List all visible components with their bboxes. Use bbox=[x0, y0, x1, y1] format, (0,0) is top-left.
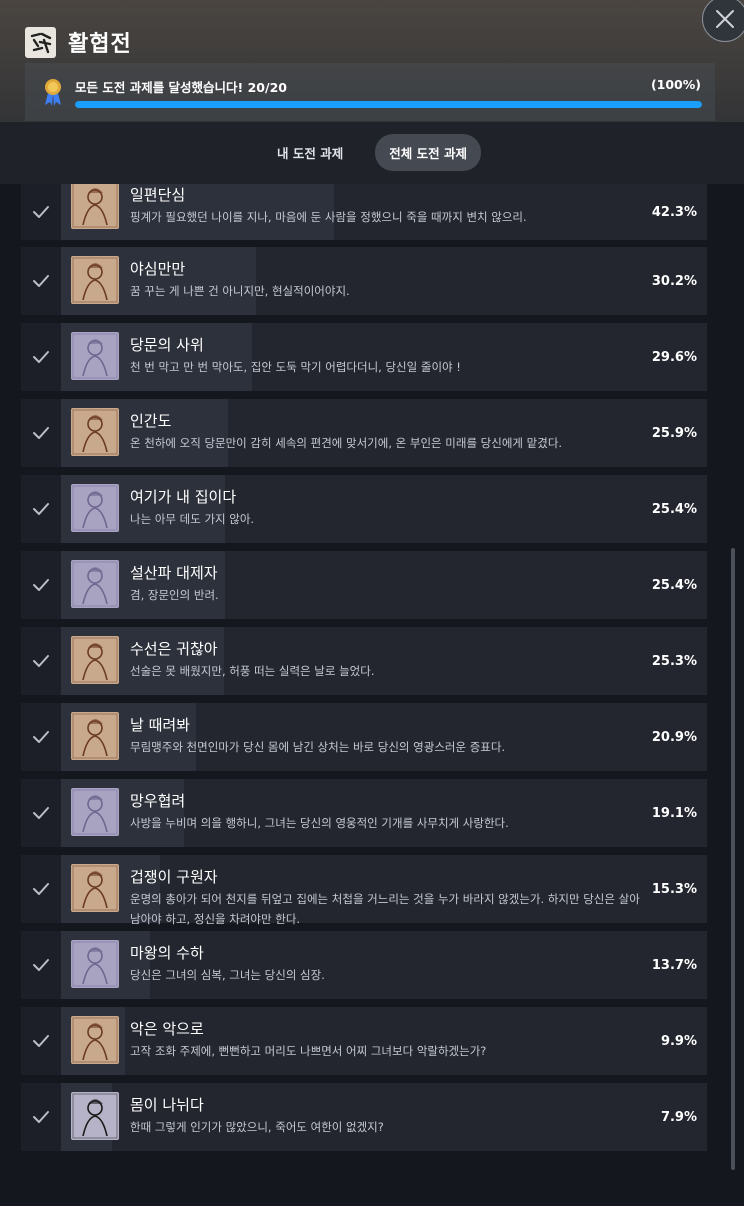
checkmark-icon bbox=[21, 703, 61, 771]
unlock-percentage: 25.3% bbox=[651, 653, 697, 669]
close-button[interactable] bbox=[702, 0, 744, 42]
achievement-description: 당신은 그녀의 심복, 그녀는 당신의 심장. bbox=[130, 968, 325, 982]
achievement-row[interactable]: 날 때려봐무림맹주와 천면인마가 당신 몸에 남긴 상처는 바로 당신의 영광스… bbox=[21, 703, 707, 771]
achievement-title: 야심만만 bbox=[130, 260, 186, 278]
achievement-thumbnail-icon bbox=[71, 788, 119, 836]
game-logo-icon bbox=[25, 27, 56, 58]
achievement-description: 천 번 막고 만 번 막아도, 집안 도둑 막기 어렵다더니, 당신일 줄이야 … bbox=[130, 360, 461, 374]
unlock-percentage: 25.4% bbox=[651, 577, 697, 593]
achievement-description: 한때 그렇게 인기가 많았으니, 죽어도 여한이 없겠지? bbox=[130, 1120, 384, 1134]
unlock-percentage: 20.9% bbox=[651, 729, 697, 745]
tab-bar: 내 도전 과제 전체 도전 과제 bbox=[0, 133, 744, 171]
achievement-description: 꿈 꾸는 게 나쁜 건 아니지만, 현실적이어야지. bbox=[130, 284, 350, 298]
achievement-title: 당문의 사위 bbox=[130, 336, 204, 354]
achievement-thumbnail-icon bbox=[71, 484, 119, 532]
achievement-thumbnail-icon bbox=[71, 332, 119, 380]
unlock-percentage: 7.9% bbox=[660, 1109, 697, 1125]
achievement-thumbnail-icon bbox=[71, 1092, 119, 1140]
ribbon-award-icon bbox=[41, 77, 65, 111]
achievement-row[interactable]: 악은 악으로고작 조화 주제에, 뻔뻔하고 머리도 나쁘면서 어찌 그녀보다 악… bbox=[21, 1007, 707, 1075]
checkmark-icon bbox=[21, 1007, 61, 1075]
achievement-title: 인간도 bbox=[130, 412, 172, 430]
achievement-title: 겁쟁이 구원자 bbox=[130, 868, 218, 886]
achievement-title: 마왕의 수하 bbox=[130, 944, 204, 962]
progress-text: 모든 도전 과제를 달성했습니다! 20/20 bbox=[75, 80, 287, 95]
achievement-row[interactable]: 인간도온 천하에 오직 당문만이 감히 세속의 편견에 맞서기에, 온 부인은 … bbox=[21, 399, 707, 467]
achievement-title: 망우협려 bbox=[130, 792, 186, 810]
achievement-description: 무림맹주와 천면인마가 당신 몸에 남긴 상처는 바로 당신의 영광스러운 증표… bbox=[130, 740, 506, 754]
achievement-row[interactable]: 마왕의 수하당신은 그녀의 심복, 그녀는 당신의 심장. 13.7% bbox=[21, 931, 707, 999]
tab-all-achievements[interactable]: 전체 도전 과제 bbox=[375, 133, 481, 171]
achievement-row[interactable]: 설산파 대제자겸, 장문인의 반려. 25.4% bbox=[21, 551, 707, 619]
achievement-row[interactable]: 수선은 귀찮아선술은 못 배웠지만, 허풍 떠는 실력은 날로 늘었다. 25.3… bbox=[21, 627, 707, 695]
unlock-percentage: 19.1% bbox=[651, 805, 697, 821]
achievement-title: 몸이 나뉘다 bbox=[130, 1096, 204, 1114]
achievement-description: 고작 조화 주제에, 뻔뻔하고 머리도 나쁘면서 어찌 그녀보다 악랄하겠는가? bbox=[130, 1044, 487, 1058]
achievement-row[interactable]: 여기가 내 집이다나는 아무 데도 가지 않아. 25.4% bbox=[21, 475, 707, 543]
achievement-thumbnail-icon bbox=[71, 712, 119, 760]
achievement-list[interactable]: 일편단심핑계가 필요했던 나이를 지나, 마음에 둔 사람을 정했으니 죽을 때… bbox=[21, 184, 707, 1206]
achievement-title: 설산파 대제자 bbox=[130, 564, 218, 582]
achievement-title: 악은 악으로 bbox=[130, 1020, 204, 1038]
achievement-thumbnail-icon bbox=[71, 864, 119, 912]
achievement-thumbnail-icon bbox=[71, 1016, 119, 1064]
achievement-thumbnail-icon bbox=[71, 256, 119, 304]
checkmark-icon bbox=[21, 931, 61, 999]
progress-bar-fill bbox=[75, 101, 702, 108]
unlock-percentage: 15.3% bbox=[651, 881, 697, 897]
achievement-row[interactable]: 겁쟁이 구원자운명의 총아가 되어 천지를 뒤엎고 집에는 처첩을 거느리는 것… bbox=[21, 855, 707, 926]
tab-my-achievements[interactable]: 내 도전 과제 bbox=[263, 134, 357, 171]
unlock-percentage: 29.6% bbox=[651, 349, 697, 365]
unlock-percentage: 42.3% bbox=[651, 204, 697, 220]
unlock-percentage: 25.4% bbox=[651, 501, 697, 517]
achievement-thumbnail-icon bbox=[71, 560, 119, 608]
checkmark-icon bbox=[21, 855, 61, 923]
achievement-description: 운명의 총아가 되어 천지를 뒤엎고 집에는 처첩을 거느리는 것을 누가 바라… bbox=[130, 892, 640, 926]
achievement-title: 여기가 내 집이다 bbox=[130, 488, 237, 506]
unlock-percentage: 13.7% bbox=[651, 957, 697, 973]
achievement-thumbnail-icon bbox=[71, 636, 119, 684]
checkmark-icon bbox=[21, 247, 61, 315]
achievement-title: 날 때려봐 bbox=[130, 716, 190, 734]
unlock-percentage: 9.9% bbox=[660, 1033, 697, 1049]
progress-panel: 모든 도전 과제를 달성했습니다! 20/20 (100%) bbox=[25, 63, 715, 121]
achievement-description: 사방을 누비며 의을 행하니, 그녀는 당신의 영웅적인 기개를 사무치게 사랑… bbox=[130, 816, 509, 830]
achievement-thumbnail-icon bbox=[71, 408, 119, 456]
progress-bar bbox=[75, 101, 702, 108]
checkmark-icon bbox=[21, 399, 61, 467]
checkmark-icon bbox=[21, 1083, 61, 1151]
achievement-row[interactable]: 야심만만꿈 꾸는 게 나쁜 건 아니지만, 현실적이어야지. 30.2% bbox=[21, 247, 707, 315]
achievement-row[interactable]: 망우협려사방을 누비며 의을 행하니, 그녀는 당신의 영웅적인 기개를 사무치… bbox=[21, 779, 707, 847]
achievement-description: 핑계가 필요했던 나이를 지나, 마음에 둔 사람을 정했으니 죽을 때까지 변… bbox=[130, 210, 527, 224]
checkmark-icon bbox=[21, 475, 61, 543]
unlock-percentage: 25.9% bbox=[651, 425, 697, 441]
achievement-row[interactable]: 몸이 나뉘다한때 그렇게 인기가 많았으니, 죽어도 여한이 없겠지? 7.9% bbox=[21, 1083, 707, 1151]
checkmark-icon bbox=[21, 627, 61, 695]
achievement-row[interactable]: 당문의 사위천 번 막고 만 번 막아도, 집안 도둑 막기 어렵다더니, 당신… bbox=[21, 323, 707, 391]
achievement-thumbnail-icon bbox=[71, 940, 119, 988]
achievement-title: 수선은 귀찮아 bbox=[130, 640, 218, 658]
scrollbar[interactable] bbox=[731, 548, 735, 1170]
checkmark-icon bbox=[21, 551, 61, 619]
achievement-description: 선술은 못 배웠지만, 허풍 떠는 실력은 날로 늘었다. bbox=[130, 664, 375, 678]
page-title: 활협전 bbox=[68, 32, 132, 57]
close-icon bbox=[716, 10, 734, 28]
achievement-description: 나는 아무 데도 가지 않아. bbox=[130, 512, 255, 526]
progress-percent: (100%) bbox=[650, 77, 701, 92]
checkmark-icon bbox=[21, 323, 61, 391]
unlock-percentage: 30.2% bbox=[651, 273, 697, 289]
achievement-row[interactable]: 일편단심핑계가 필요했던 나이를 지나, 마음에 둔 사람을 정했으니 죽을 때… bbox=[21, 184, 707, 240]
checkmark-icon bbox=[21, 779, 61, 847]
achievement-thumbnail-icon bbox=[71, 184, 119, 229]
checkmark-icon bbox=[21, 184, 61, 240]
achievement-description: 온 천하에 오직 당문만이 감히 세속의 편견에 맞서기에, 온 부인은 미래를… bbox=[130, 436, 563, 450]
achievement-description: 겸, 장문인의 반려. bbox=[130, 588, 219, 602]
achievement-title: 일편단심 bbox=[130, 186, 186, 204]
